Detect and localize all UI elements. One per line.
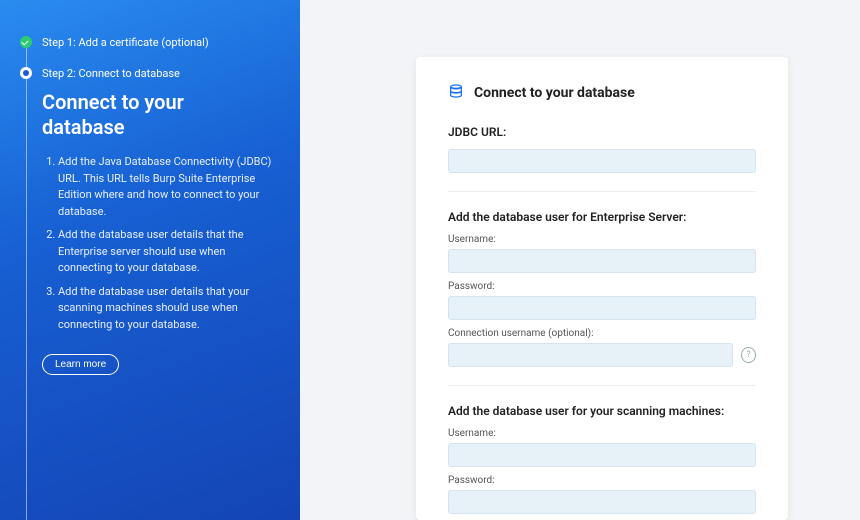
step-label: Step 2: Connect to database (42, 67, 180, 80)
sm-password-input[interactable] (448, 490, 756, 514)
learn-more-button[interactable]: Learn more (42, 354, 119, 375)
instruction-item: Add the Java Database Connectivity (JDBC… (58, 154, 280, 220)
divider (448, 191, 756, 192)
sm-username-label: Username: (448, 428, 756, 439)
instruction-item: Add the database user details that the E… (58, 227, 280, 277)
sm-password-label: Password: (448, 475, 756, 486)
app-root: Step 1: Add a certificate (optional) Ste… (0, 0, 860, 520)
wizard-sidebar: Step 1: Add a certificate (optional) Ste… (0, 0, 300, 520)
instruction-list: Add the Java Database Connectivity (JDBC… (42, 154, 280, 333)
step-1[interactable]: Step 1: Add a certificate (optional) (42, 36, 280, 49)
current-step-icon (20, 67, 32, 79)
sm-username-input[interactable] (448, 443, 756, 467)
help-icon[interactable]: ? (741, 347, 756, 363)
step-label: Step 1: Add a certificate (optional) (42, 36, 209, 49)
database-icon (448, 83, 464, 103)
timeline-line (26, 46, 27, 520)
divider (448, 385, 756, 386)
step-timeline: Step 1: Add a certificate (optional) Ste… (20, 36, 280, 520)
form-card: Connect to your database JDBC URL: Add t… (416, 57, 788, 520)
main-pane: Connect to your database JDBC URL: Add t… (300, 0, 860, 520)
enterprise-server-heading: Add the database user for Enterprise Ser… (448, 210, 756, 224)
jdbc-url-label: JDBC URL: (448, 125, 756, 139)
es-username-input[interactable] (448, 249, 756, 273)
check-icon (20, 36, 32, 48)
step-2[interactable]: Step 2: Connect to database Connect to y… (42, 67, 280, 375)
es-conn-user-input[interactable] (448, 343, 733, 367)
instruction-item: Add the database user details that your … (58, 284, 280, 334)
es-conn-user-label: Connection username (optional): (448, 328, 756, 339)
es-password-label: Password: (448, 281, 756, 292)
form-title: Connect to your database (474, 85, 635, 101)
card-header: Connect to your database (448, 83, 756, 103)
es-password-input[interactable] (448, 296, 756, 320)
jdbc-url-input[interactable] (448, 149, 756, 173)
sidebar-title: Connect to your database (42, 90, 280, 140)
scanning-machines-heading: Add the database user for your scanning … (448, 404, 756, 418)
es-username-label: Username: (448, 234, 756, 245)
